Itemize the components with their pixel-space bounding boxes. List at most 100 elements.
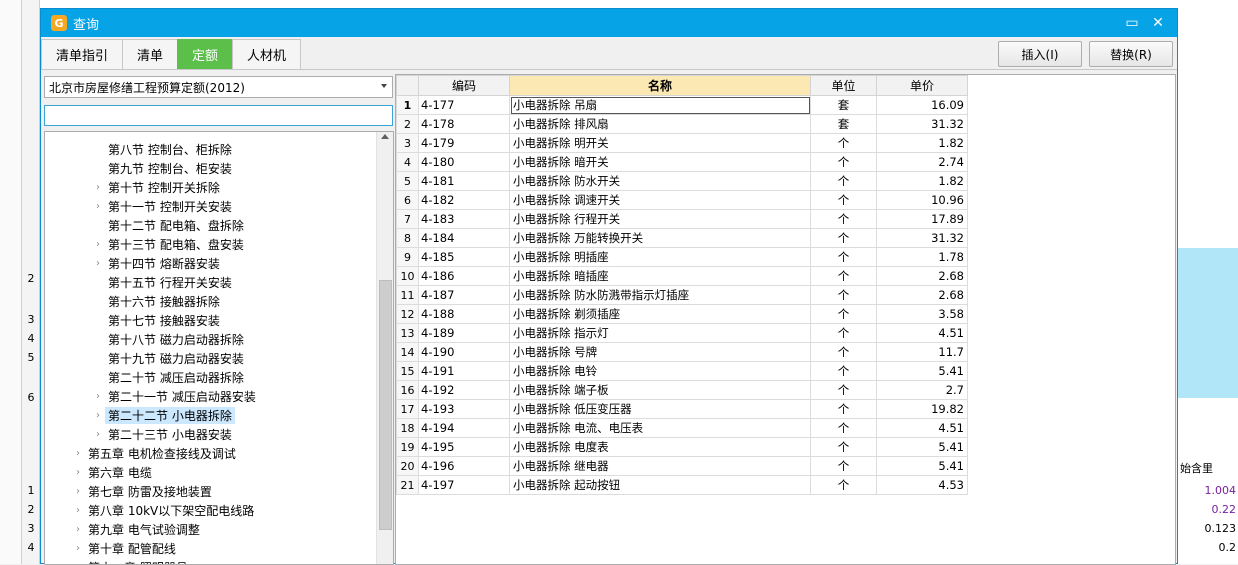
name-cell[interactable]: 小电器拆除 电度表 [509,437,811,457]
insert-button[interactable]: 插入(I) [998,41,1082,67]
name-cell[interactable]: 小电器拆除 排风扇 [509,114,811,134]
code-cell[interactable]: 4-189 [418,323,510,343]
row-number-cell[interactable]: 15 [396,361,419,381]
tree-item[interactable]: 第八节 控制台、柜拆除 [91,140,235,159]
row-number-cell[interactable]: 8 [396,228,419,248]
tree-item[interactable]: 第二十节 减压启动器拆除 [91,368,247,387]
tree-item[interactable]: › 第十三节 配电箱、盘安装 [91,235,247,254]
row-number-cell[interactable]: 11 [396,285,419,305]
name-cell[interactable]: 小电器拆除 吊扇 [509,95,811,115]
row-number-cell[interactable]: 13 [396,323,419,343]
unit-cell[interactable]: 套 [810,114,877,134]
tab-labor-material-machine[interactable]: 人材机 [232,39,302,69]
tree-item[interactable]: › 第二十一节 减压启动器安装 [91,387,259,406]
row-number-cell[interactable]: 20 [396,456,419,476]
chevron-right-icon[interactable]: › [91,201,105,212]
code-cell[interactable]: 4-191 [418,361,510,381]
price-cell[interactable]: 19.82 [876,399,968,419]
unit-cell[interactable]: 个 [810,152,877,172]
close-icon[interactable]: ✕ [1149,14,1167,32]
chevron-right-icon[interactable]: › [71,543,85,554]
table-row[interactable]: 15 4-191 小电器拆除 电铃个 5.41 [396,361,968,381]
column-header-unit[interactable]: 单位 [810,75,877,96]
price-cell[interactable]: 3.58 [876,304,968,324]
price-cell[interactable]: 4.53 [876,475,968,495]
tree-item[interactable]: › 第九章 电气试验调整 [71,520,203,539]
name-cell[interactable]: 小电器拆除 剃须插座 [509,304,811,324]
tree-item[interactable]: 第十二节 配电箱、盘拆除 [91,216,247,235]
row-number-cell[interactable]: 18 [396,418,419,438]
price-cell[interactable]: 5.41 [876,437,968,457]
unit-cell[interactable]: 个 [810,437,877,457]
price-cell[interactable]: 2.7 [876,380,968,400]
table-row[interactable]: 11 4-187 小电器拆除 防水防溅带指示灯插座个 2.68 [396,285,968,305]
price-cell[interactable]: 2.68 [876,266,968,286]
name-cell[interactable]: 小电器拆除 明插座 [509,247,811,267]
row-number-cell[interactable]: 5 [396,171,419,191]
dialog-titlebar[interactable]: G 查询 ▭ ✕ [41,9,1177,37]
name-cell[interactable]: 小电器拆除 暗开关 [509,152,811,172]
table-row[interactable]: 1 4-177 小电器拆除 吊扇套 16.09 [396,95,968,115]
row-number-cell[interactable]: 3 [396,133,419,153]
row-number-cell[interactable]: 2 [396,114,419,134]
name-cell[interactable]: 小电器拆除 防水开关 [509,171,811,191]
unit-cell[interactable]: 套 [810,95,877,115]
unit-cell[interactable]: 个 [810,228,877,248]
price-cell[interactable]: 16.09 [876,95,968,115]
chevron-right-icon[interactable]: › [71,467,85,478]
table-row[interactable]: 7 4-183 小电器拆除 行程开关个 17.89 [396,209,968,229]
table-row[interactable]: 19 4-195 小电器拆除 电度表个 5.41 [396,437,968,457]
column-header-name[interactable]: 名称 [509,75,811,96]
name-cell[interactable]: 小电器拆除 继电器 [509,456,811,476]
chevron-right-icon[interactable]: › [71,524,85,535]
code-cell[interactable]: 4-187 [418,285,510,305]
quota-library-select[interactable]: 北京市房屋修缮工程预算定额(2012) [44,76,393,98]
table-row[interactable]: 6 4-182 小电器拆除 调速开关个 10.96 [396,190,968,210]
table-row[interactable]: 20 4-196 小电器拆除 继电器个 5.41 [396,456,968,476]
table-row[interactable]: 9 4-185 小电器拆除 明插座个 1.78 [396,247,968,267]
tree-filter-input[interactable] [44,105,393,126]
tree-item[interactable]: › 第八章 10kV以下架空配电线路 [71,501,257,520]
name-cell[interactable]: 小电器拆除 低压变压器 [509,399,811,419]
price-cell[interactable]: 17.89 [876,209,968,229]
name-cell[interactable]: 小电器拆除 防水防溅带指示灯插座 [509,285,811,305]
table-row[interactable]: 3 4-179 小电器拆除 明开关个 1.82 [396,133,968,153]
price-cell[interactable]: 11.7 [876,342,968,362]
row-number-cell[interactable]: 4 [396,152,419,172]
row-number-cell[interactable]: 17 [396,399,419,419]
code-cell[interactable]: 4-182 [418,190,510,210]
code-cell[interactable]: 4-185 [418,247,510,267]
chevron-right-icon[interactable]: › [71,448,85,459]
table-row[interactable]: 8 4-184 小电器拆除 万能转换开关个 31.32 [396,228,968,248]
row-number-cell[interactable]: 12 [396,304,419,324]
tree-item[interactable]: › 第七章 防雷及接地装置 [71,482,215,501]
unit-cell[interactable]: 个 [810,323,877,343]
table-row[interactable]: 5 4-181 小电器拆除 防水开关个 1.82 [396,171,968,191]
table-row[interactable]: 13 4-189 小电器拆除 指示灯个 4.51 [396,323,968,343]
scroll-thumb[interactable] [379,280,392,530]
code-cell[interactable]: 4-180 [418,152,510,172]
tree-item[interactable]: › 第二十三节 小电器安装 [91,425,235,444]
chevron-right-icon[interactable]: › [91,182,105,193]
table-row[interactable]: 2 4-178 小电器拆除 排风扇套 31.32 [396,114,968,134]
unit-cell[interactable]: 个 [810,475,877,495]
price-cell[interactable]: 31.32 [876,114,968,134]
chevron-right-icon[interactable]: › [91,410,105,421]
table-row[interactable]: 17 4-193 小电器拆除 低压变压器个 19.82 [396,399,968,419]
tree-item[interactable]: 第十七节 接触器安装 [91,311,223,330]
row-number-cell[interactable]: 10 [396,266,419,286]
tree-item[interactable]: › 第十节 控制开关拆除 [91,178,223,197]
price-cell[interactable]: 31.32 [876,228,968,248]
price-cell[interactable]: 5.41 [876,456,968,476]
unit-cell[interactable]: 个 [810,399,877,419]
name-cell[interactable]: 小电器拆除 调速开关 [509,190,811,210]
row-number-cell[interactable]: 7 [396,209,419,229]
row-number-cell[interactable]: 1 [396,95,419,115]
chevron-right-icon[interactable]: › [91,258,105,269]
unit-cell[interactable]: 个 [810,247,877,267]
unit-cell[interactable]: 个 [810,418,877,438]
row-number-cell[interactable]: 21 [396,475,419,495]
tree-item[interactable]: 第十九节 磁力启动器安装 [91,349,247,368]
table-row[interactable]: 18 4-194 小电器拆除 电流、电压表个 4.51 [396,418,968,438]
code-cell[interactable]: 4-197 [418,475,510,495]
